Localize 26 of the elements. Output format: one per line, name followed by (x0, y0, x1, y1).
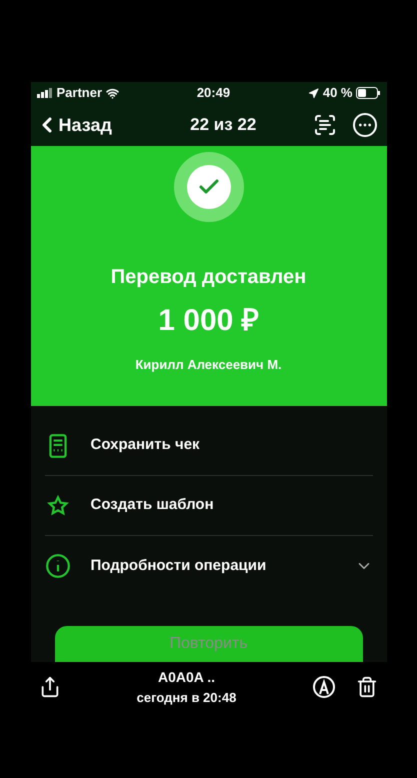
battery-icon (356, 87, 380, 99)
info-icon (44, 553, 70, 579)
battery-percent: 40 % (322, 84, 352, 102)
transfer-status: Перевод доставлен (110, 265, 306, 290)
photo-title: A0A0A .. (158, 668, 216, 687)
recipient-name: Кирилл Алексеевич М. (135, 356, 282, 374)
location-icon (308, 88, 319, 98)
action-item[interactable]: Создать шаблон (44, 476, 372, 536)
action-item[interactable]: Сохранить чек (44, 416, 372, 476)
trash-icon[interactable] (356, 676, 378, 698)
page-counter: 22 из 22 (190, 114, 256, 136)
more-icon[interactable] (352, 113, 376, 137)
action-label: Подробности операции (90, 556, 268, 576)
photo-date: сегодня в 20:48 (136, 688, 236, 707)
scan-text-icon[interactable] (312, 113, 336, 137)
markup-icon[interactable] (312, 675, 336, 699)
transfer-amount: 1 000 ₽ (158, 303, 259, 339)
signal-icon (36, 88, 52, 98)
back-button[interactable]: Назад (34, 112, 112, 138)
action-label: Создать шаблон (90, 495, 215, 516)
action-item[interactable]: Подробности операции (44, 536, 372, 596)
wifi-icon (106, 86, 120, 100)
star-icon (44, 492, 70, 518)
status-time: 20:49 (196, 84, 230, 102)
action-label: Сохранить чек (90, 435, 201, 456)
carrier-name: Partner (56, 84, 102, 102)
